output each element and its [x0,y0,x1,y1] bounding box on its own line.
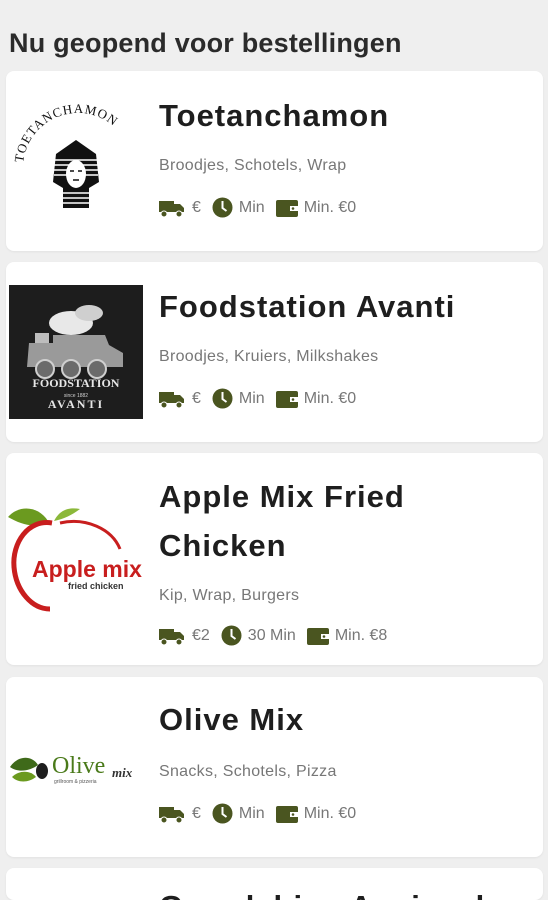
min-order: Min. €0 [303,198,357,216]
restaurant-meta: € Min Min. €0 [159,803,367,824]
restaurant-card[interactable]: Olive mix grillroom & pizzeria Olive Mix… [6,677,543,857]
section-title: Nu geopend voor bestellingen [9,28,402,58]
wallet-icon [275,806,298,823]
min-order: Min. €0 [303,804,357,822]
clock-icon [212,197,233,218]
restaurant-card[interactable]: TOETANCHAMON Toetanchamon Broodjes, Scho… [6,71,543,251]
restaurant-cuisine: Broodjes, Schotels, Wrap [159,157,347,174]
restaurant-name[interactable]: Apple Mix Fried Chicken [159,472,509,570]
svg-text:FOODSTATION: FOODSTATION [33,376,120,390]
restaurant-card[interactable]: Apple mix fried chicken Apple Mix Fried … [6,453,543,665]
restaurant-logo: TOETANCHAMON [6,71,146,251]
delivery-time: Min [238,389,265,407]
svg-text:Apple mix: Apple mix [32,556,142,582]
restaurant-meta: € Min Min. €0 [159,388,367,409]
delivery-fee: €2 [192,626,210,644]
restaurant-logo: Apple mix fried chicken [6,453,146,665]
min-order: Min. €8 [334,626,388,644]
svg-text:fried chicken: fried chicken [68,581,124,591]
clock-icon [212,803,233,824]
delivery-time: Min [238,198,265,216]
delivery-truck-icon [159,628,184,645]
restaurant-cuisine: Broodjes, Kruiers, Milkshakes [159,348,379,365]
restaurant-name[interactable]: Olive Mix [159,695,509,744]
wallet-icon [275,391,298,408]
restaurant-card[interactable]: FOODSTATION since 1882 AVANTI Foodstatio… [6,262,543,442]
restaurant-logo: FOODSTATION since 1882 AVANTI [6,262,146,442]
restaurant-card[interactable]: Grandchien Aaniavals [6,868,543,900]
svg-text:mix: mix [112,765,133,780]
restaurant-logo: Olive mix grillroom & pizzeria [6,677,146,857]
restaurant-cuisine: Snacks, Schotels, Pizza [159,763,337,780]
delivery-fee: € [192,389,201,407]
svg-text:grillroom & pizzeria: grillroom & pizzeria [54,779,97,785]
wallet-icon [306,628,329,645]
restaurant-cuisine: Kip, Wrap, Burgers [159,587,300,604]
delivery-truck-icon [159,200,184,217]
delivery-time: Min [238,804,265,822]
restaurant-name[interactable]: Grandchien Aaniavals [159,882,509,900]
svg-text:AVANTI: AVANTI [48,397,104,411]
clock-icon [221,625,242,646]
delivery-truck-icon [159,806,184,823]
delivery-fee: € [192,198,201,216]
clock-icon [212,388,233,409]
wallet-icon [275,200,298,217]
delivery-truck-icon [159,391,184,408]
restaurant-name[interactable]: Foodstation Avanti [159,282,509,331]
min-order: Min. €0 [303,389,357,407]
delivery-fee: € [192,804,201,822]
restaurant-name[interactable]: Toetanchamon [159,91,509,140]
restaurant-meta: €2 30 Min Min. €8 [159,625,398,646]
delivery-time: 30 Min [247,626,296,644]
svg-text:Olive: Olive [52,753,105,779]
restaurant-meta: € Min Min. €0 [159,197,367,218]
